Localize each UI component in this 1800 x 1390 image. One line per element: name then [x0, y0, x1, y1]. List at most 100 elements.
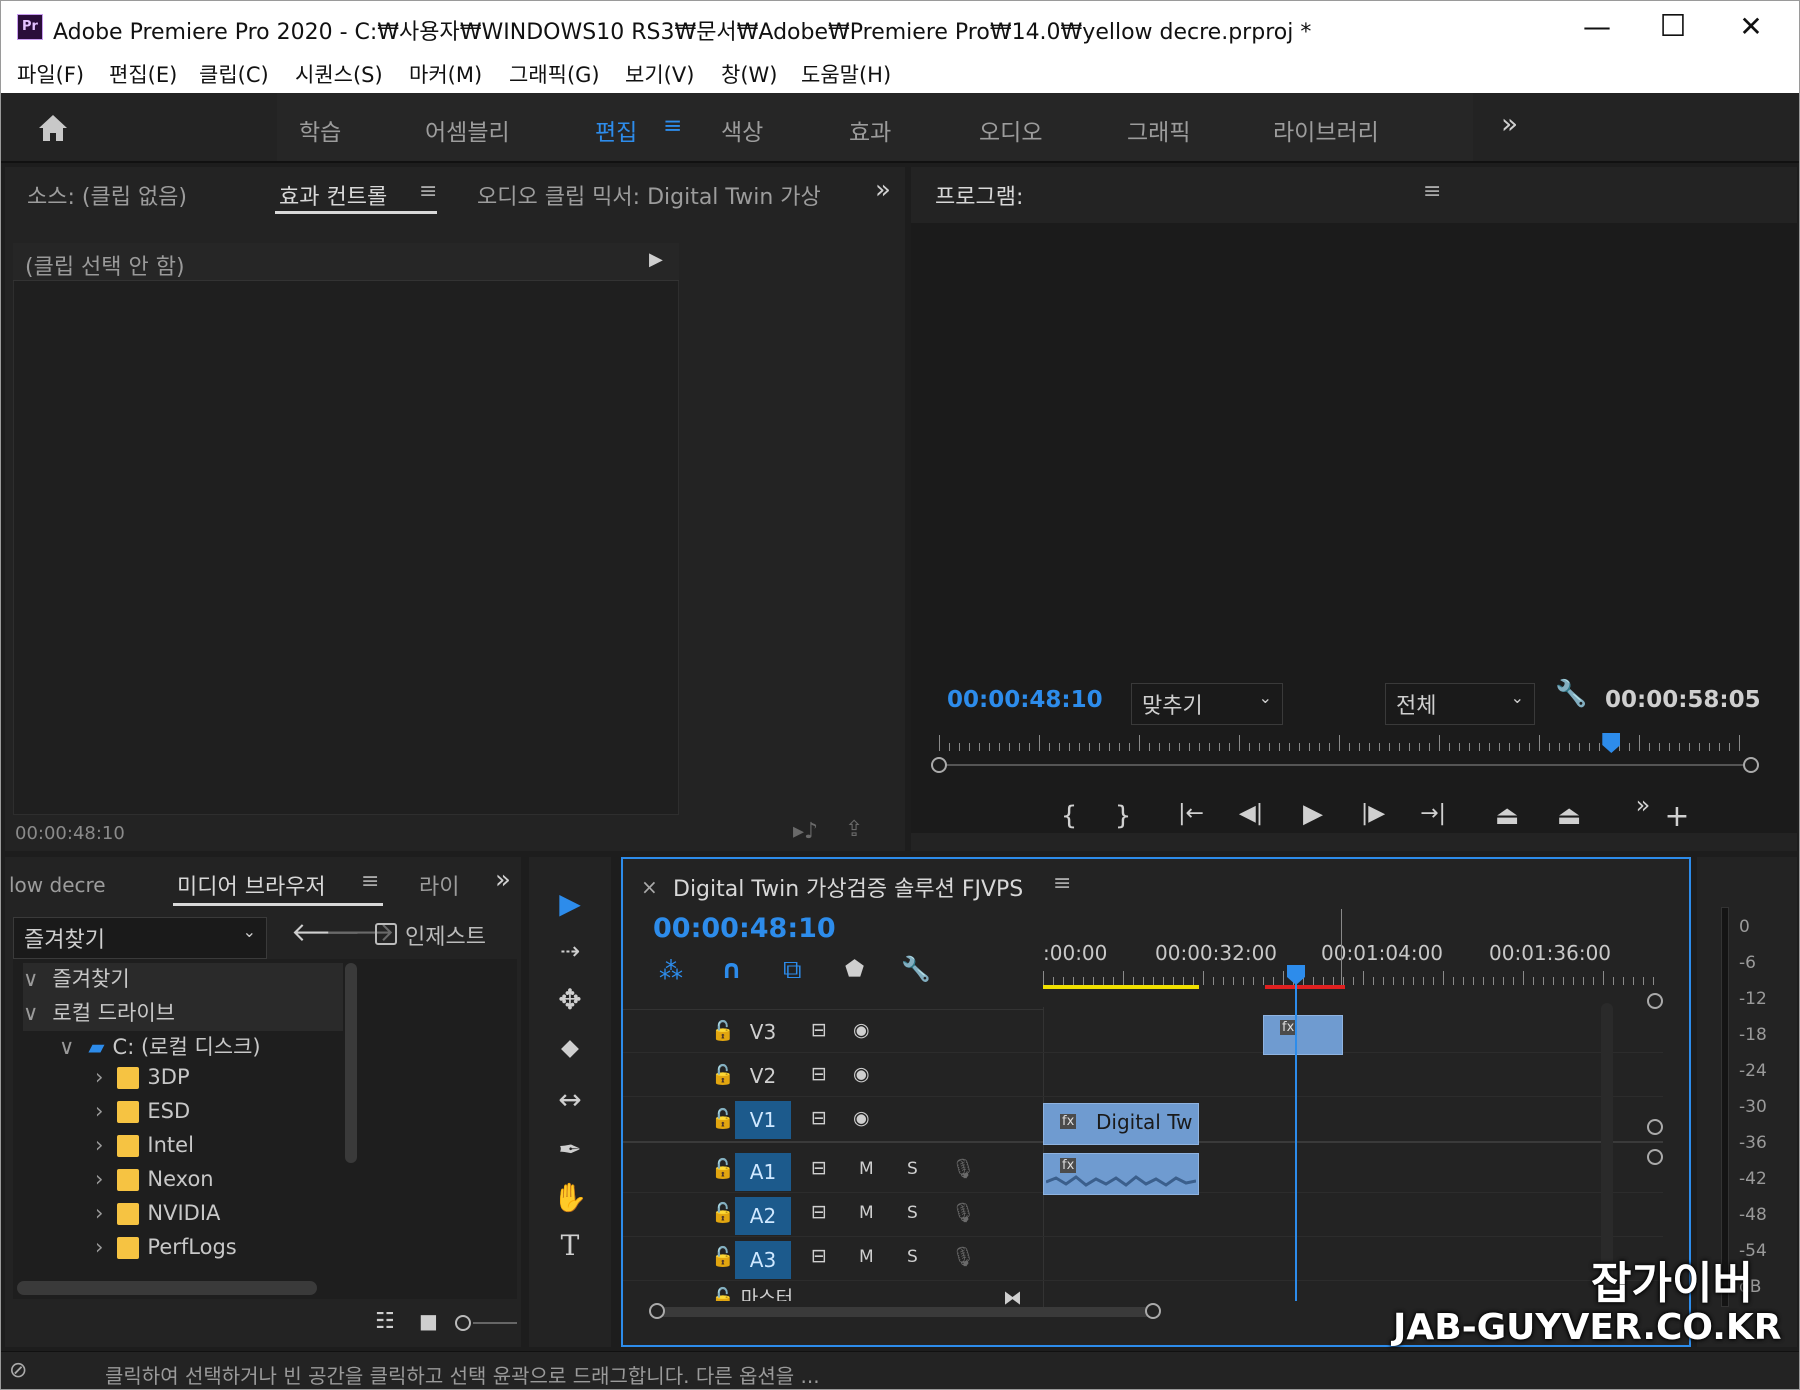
- play-audio-icon[interactable]: ▸♪: [793, 819, 818, 844]
- sync-lock-icon[interactable]: ⊟: [811, 1107, 827, 1129]
- tab-effects[interactable]: 효과: [849, 113, 891, 147]
- scroll-handle-left[interactable]: [649, 1303, 665, 1319]
- expand-chevron-icon[interactable]: ›: [95, 1133, 103, 1157]
- lock-icon[interactable]: 🔓: [711, 1245, 735, 1268]
- track-a2[interactable]: 🔓 A2 ⊟ M S 🎙: [623, 1193, 1663, 1237]
- expand-chevron-icon[interactable]: ∨: [59, 1035, 74, 1059]
- mark-out-button[interactable]: }: [1101, 801, 1145, 831]
- tree-item[interactable]: › Intel: [95, 1133, 194, 1167]
- type-tool-icon[interactable]: T: [545, 1229, 595, 1262]
- mute-button[interactable]: M: [859, 1159, 874, 1179]
- program-ruler[interactable]: [939, 735, 1749, 751]
- microphone-icon[interactable]: 🎙: [951, 1157, 975, 1180]
- menu-window[interactable]: 창(W): [721, 59, 777, 89]
- timeline-horizontal-scrollbar[interactable]: [657, 1307, 1157, 1317]
- hand-tool-icon[interactable]: ✋: [545, 1181, 595, 1214]
- sequence-tab[interactable]: Digital Twin 가상검증 솔루션 FJVPS: [673, 871, 1023, 903]
- track-a3[interactable]: 🔓 A3 ⊟ M S 🎙: [623, 1237, 1663, 1281]
- zoom-slider-handle[interactable]: [455, 1315, 471, 1331]
- step-back-button[interactable]: ◀|: [1229, 801, 1273, 826]
- tree-item[interactable]: › NVIDIA: [95, 1201, 220, 1235]
- step-forward-button[interactable]: |▶: [1351, 801, 1395, 826]
- more-workspaces-icon[interactable]: »: [1501, 107, 1518, 140]
- more-panels-icon[interactable]: »: [875, 175, 891, 205]
- lock-icon[interactable]: 🔓: [711, 1019, 735, 1042]
- snap-icon[interactable]: ∩: [721, 955, 742, 985]
- track-label-a3[interactable]: A3: [735, 1241, 791, 1279]
- work-area-bar[interactable]: [1043, 985, 1199, 989]
- microphone-icon[interactable]: 🎙: [951, 1201, 975, 1224]
- menu-edit[interactable]: 편집(E): [109, 59, 177, 89]
- expand-chevron-icon[interactable]: ∨: [23, 1001, 38, 1025]
- menu-clip[interactable]: 클립(C): [199, 59, 269, 89]
- add-marker-icon[interactable]: ⬟: [845, 957, 864, 982]
- tree-item[interactable]: › Nexon: [95, 1167, 214, 1201]
- wrench-icon[interactable]: 🔧: [1555, 679, 1587, 709]
- quality-dropdown[interactable]: 전체 ⌄: [1385, 683, 1535, 725]
- selection-tool-icon[interactable]: ▶: [545, 887, 595, 920]
- mark-in-button[interactable]: {: [1047, 801, 1091, 831]
- list-view-icon[interactable]: ☷: [375, 1309, 395, 1334]
- timeline-settings-icon[interactable]: 🔧: [901, 955, 931, 983]
- pen-tool-icon[interactable]: ✒: [545, 1133, 595, 1166]
- solo-button[interactable]: S: [907, 1159, 918, 1179]
- track-zoom-handle[interactable]: [1647, 1149, 1663, 1165]
- expand-chevron-icon[interactable]: ›: [95, 1065, 103, 1089]
- expand-chevron-icon[interactable]: ›: [95, 1167, 103, 1191]
- timeline-menu-icon[interactable]: ≡: [1053, 871, 1071, 896]
- tree-item[interactable]: › PerfLogs: [95, 1235, 237, 1269]
- home-icon[interactable]: [37, 113, 69, 143]
- ingest-checkbox[interactable]: [375, 923, 397, 945]
- extract-button[interactable]: ⏏: [1547, 801, 1591, 831]
- tree-item[interactable]: ∨ ▰ C: (로컬 디스크): [59, 1031, 261, 1065]
- close-sequence-icon[interactable]: ×: [641, 875, 658, 899]
- icon-view-icon[interactable]: ■: [419, 1309, 438, 1333]
- expand-chevron-icon[interactable]: ›: [95, 1235, 103, 1259]
- tab-media-browser[interactable]: 미디어 브라우저: [177, 869, 326, 901]
- eye-icon[interactable]: ◉: [853, 1019, 870, 1041]
- menu-help[interactable]: 도움말(H): [801, 59, 891, 89]
- track-v3[interactable]: 🔓 V3 ⊟ ◉: [623, 1011, 1663, 1053]
- tab-project[interactable]: low decre: [9, 873, 106, 897]
- program-timecode[interactable]: 00:00:48:10: [947, 687, 1103, 713]
- menu-sequence[interactable]: 시퀀스(S): [295, 59, 383, 89]
- sync-lock-icon[interactable]: ⊟: [811, 1201, 827, 1223]
- tab-learning[interactable]: 학습: [299, 113, 341, 147]
- nest-icon[interactable]: ⁂: [659, 957, 683, 985]
- track-v2[interactable]: 🔓 V2 ⊟ ◉: [623, 1055, 1663, 1097]
- eye-icon[interactable]: ◉: [853, 1063, 870, 1085]
- expand-chevron-icon[interactable]: ›: [95, 1201, 103, 1225]
- razor-tool-icon[interactable]: ⬥: [545, 1033, 595, 1064]
- tab-graphics[interactable]: 그래픽: [1127, 113, 1190, 147]
- clip-v1[interactable]: fx Digital Tw: [1043, 1103, 1199, 1145]
- menu-graphics[interactable]: 그래픽(G): [509, 59, 600, 89]
- zoom-handle-right[interactable]: [1743, 757, 1759, 773]
- track-label-a1[interactable]: A1: [735, 1153, 791, 1191]
- lock-icon[interactable]: 🔓: [711, 1287, 735, 1301]
- track-label-v1[interactable]: V1: [735, 1101, 791, 1139]
- lock-icon[interactable]: 🔓: [711, 1063, 735, 1086]
- timeline-timecode[interactable]: 00:00:48:10: [653, 913, 836, 944]
- eye-icon[interactable]: ◉: [853, 1107, 870, 1129]
- lock-icon[interactable]: 🔓: [711, 1157, 735, 1180]
- menu-file[interactable]: 파일(F): [17, 59, 84, 89]
- favorites-dropdown[interactable]: 즐겨찾기 ⌄: [13, 917, 267, 959]
- linked-selection-icon[interactable]: ⧉: [783, 955, 802, 986]
- tab-assembly[interactable]: 어셈블리: [425, 113, 510, 147]
- tab-audio-clip-mixer[interactable]: 오디오 클립 믹서: Digital Twin 가상: [477, 179, 821, 211]
- master-meter-icon[interactable]: ⧓: [1003, 1287, 1022, 1309]
- sync-lock-icon[interactable]: ⊟: [811, 1019, 827, 1041]
- tree-item[interactable]: ∨ 로컬 드라이브: [23, 997, 343, 1031]
- export-icon[interactable]: ⇪: [845, 817, 863, 842]
- minimize-button[interactable]: —: [1571, 9, 1623, 45]
- tab-effect-controls[interactable]: 효과 컨트롤: [279, 179, 387, 211]
- panel-menu-icon[interactable]: ≡: [419, 179, 437, 204]
- workspace-menu-icon[interactable]: ≡: [663, 113, 682, 139]
- expand-chevron-icon[interactable]: ›: [95, 1099, 103, 1123]
- solo-button[interactable]: S: [907, 1247, 918, 1267]
- button-editor-icon[interactable]: +: [1655, 799, 1699, 834]
- maximize-button[interactable]: ☐: [1647, 9, 1699, 45]
- lock-icon[interactable]: 🔓: [711, 1201, 735, 1224]
- clip-v3[interactable]: fx: [1263, 1015, 1343, 1055]
- tab-source[interactable]: 소스: (클립 없음): [27, 179, 187, 211]
